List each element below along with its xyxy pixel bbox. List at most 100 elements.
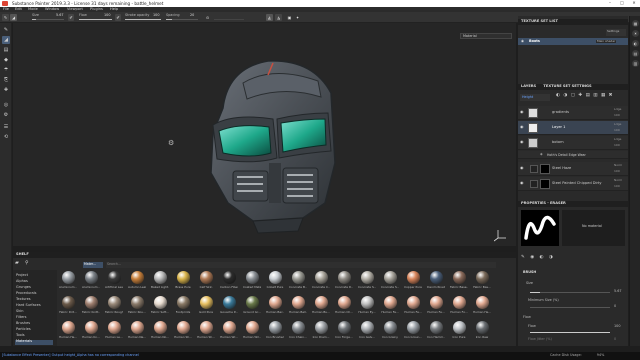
flow-value[interactable]: 100 — [104, 13, 110, 17]
size-value[interactable]: 5.67 — [56, 13, 64, 17]
material-thumbnail[interactable]: Iron Diam... — [313, 321, 329, 343]
shelf-category[interactable]: Grunges — [16, 285, 31, 290]
material-thumbnail[interactable]: Fabric Rou... — [128, 296, 146, 318]
material-thumbnail[interactable]: Artificial Lea... — [105, 271, 123, 293]
layer-blend[interactable]: Ldge — [614, 108, 621, 111]
prop-flowjitter-value[interactable]: 0 — [614, 337, 616, 341]
material-thumbnail[interactable]: Human Bu... — [312, 296, 330, 318]
picker-tool-icon[interactable]: ✚ — [2, 86, 10, 94]
effect-row[interactable]: ◈ Hoth's Detail Edge Wear — [518, 151, 628, 159]
angle-slider[interactable] — [214, 19, 244, 21]
viewport-mode-dropdown[interactable]: Material — [460, 33, 512, 39]
material-thumbnail[interactable]: Ground Gr... — [243, 296, 261, 318]
shelf-category[interactable]: Textures — [16, 297, 31, 302]
display-settings-icon[interactable]: ☰ — [2, 123, 10, 131]
paint-tool-icon[interactable]: ✎ — [2, 26, 10, 34]
material-thumbnail[interactable]: Human Ey... — [358, 296, 376, 318]
mirror-icon[interactable]: ◮ — [275, 14, 282, 21]
layer-row[interactable]: ◉ Steel Painted Chipped Dirty Norm 100 — [518, 177, 628, 191]
light-orientation-icon[interactable]: ⚙ — [168, 140, 174, 147]
layer-visibility-icon[interactable]: ◉ — [520, 125, 525, 129]
material-slot[interactable]: No material — [562, 210, 625, 246]
spacing-slider[interactable] — [166, 19, 198, 21]
stroke-opacity-slider[interactable] — [125, 19, 161, 21]
follow-path-icon[interactable]: ✦ — [294, 14, 301, 21]
render-icon[interactable]: ⚙ — [2, 111, 10, 119]
shelf-category[interactable]: Hard Surfaces — [16, 303, 41, 308]
material-thumbnail[interactable]: Iron Hamm... — [427, 321, 445, 343]
layer-opacity[interactable]: 100 — [614, 185, 620, 188]
material-thumbnail[interactable]: Aluminium ... — [59, 271, 77, 293]
material-thumbnail[interactable]: Iron Raw — [474, 321, 490, 343]
material-thumbnail[interactable]: Human Sh... — [174, 321, 192, 343]
material-thumbnail[interactable]: Human Bell... — [289, 296, 307, 318]
texture-set-item[interactable]: ◉ Boots Main shader — [518, 38, 628, 45]
material-thumbnail[interactable]: Iron Galv... — [359, 321, 375, 343]
shelf-search-input[interactable]: Search... — [106, 262, 496, 268]
material-thumbnail[interactable]: Human Sh... — [197, 321, 215, 343]
prop-flow-slider[interactable] — [530, 332, 610, 334]
shader-dock-icon[interactable]: ◐ — [632, 40, 639, 47]
material-thumbnail[interactable]: Human Le... — [105, 321, 123, 343]
shelf-category[interactable]: Alphas — [16, 279, 28, 284]
material-thumbnail[interactable]: Human Fa... — [381, 296, 399, 318]
material-thumbnail[interactable]: Iron Grainy — [382, 321, 398, 343]
material-thumbnail[interactable]: Human He... — [59, 321, 77, 343]
material-thumbnail[interactable]: Human Fe... — [404, 296, 422, 318]
material-thumbnail[interactable]: Human He... — [473, 296, 491, 318]
shelf-category[interactable]: Brushes — [16, 321, 30, 326]
alignment-icon[interactable]: ⊙ — [204, 14, 211, 21]
material-thumbnail[interactable]: Human Kn... — [82, 321, 100, 343]
material-thumbnail[interactable]: Coated Metal — [243, 271, 261, 293]
size-slider[interactable] — [32, 19, 64, 21]
pen-pressure-icon[interactable]: ✐ — [68, 14, 74, 21]
material-thumbnail[interactable]: Iron Groun... — [404, 321, 422, 343]
properties-tabs-icons[interactable]: ✎ ◉ ◐ ◑ — [521, 255, 625, 263]
material-thumbnail[interactable]: Concrete D... — [335, 271, 353, 293]
material-thumbnail[interactable]: Brass Pure — [175, 271, 191, 293]
material-thumbnail[interactable]: Fabric Soft... — [151, 296, 169, 318]
helmet-model[interactable] — [193, 53, 343, 243]
spacing-value[interactable]: 20 — [190, 13, 194, 17]
layer-opacity[interactable]: 100 — [614, 170, 620, 173]
material-thumbnail[interactable]: Human No... — [151, 321, 169, 343]
material-thumbnail[interactable]: Footprints — [175, 296, 191, 318]
material-thumbnail[interactable]: Human Wr... — [220, 321, 238, 343]
material-thumbnail[interactable]: Gouache P... — [220, 296, 238, 318]
material-thumbnail[interactable]: Fabric Knitt... — [82, 296, 100, 318]
shader-dropdown[interactable]: Main shader — [596, 39, 617, 43]
display-dock-icon[interactable]: ☀ — [632, 30, 639, 37]
clone-tool-icon[interactable]: ⎘ — [2, 76, 10, 84]
material-thumbnail[interactable]: Autumn Leaf — [128, 271, 146, 293]
layer-row-selected[interactable]: ◉ Layer 1 Ldge 100 — [518, 121, 628, 135]
material-thumbnail[interactable]: Calf Skin — [198, 271, 214, 293]
layer-opacity[interactable]: 100 — [614, 144, 620, 147]
shelf-category[interactable]: Filters — [16, 315, 27, 320]
layer-row[interactable]: ◉ gradients Ldge 100 — [518, 106, 628, 120]
material-thumbnail[interactable]: Human Fe... — [427, 296, 445, 318]
layer-blend[interactable]: Ldge — [614, 123, 621, 126]
projection-tool-icon[interactable]: ▤ — [2, 46, 10, 54]
material-thumbnail[interactable]: Iron Forge... — [335, 321, 353, 343]
shelf-category-selected[interactable]: Materials — [15, 340, 53, 345]
material-thumbnail[interactable]: Cobalt Pure — [267, 271, 283, 293]
maximize-icon[interactable]: □ — [617, 1, 627, 6]
bake-icon[interactable]: ◎ — [2, 101, 10, 109]
material-thumbnail[interactable]: Carbon Fiber — [220, 271, 238, 293]
symmetry-icon[interactable]: ◭ — [266, 14, 273, 21]
layer-visibility-icon[interactable]: ◉ — [520, 110, 525, 114]
minimize-icon[interactable]: – — [605, 1, 615, 6]
material-thumbnail[interactable]: Human Bac... — [266, 296, 284, 318]
material-thumbnail[interactable]: Iron Brushed — [266, 321, 284, 343]
material-thumbnail[interactable]: Human Wri... — [243, 321, 261, 343]
shelf-category[interactable]: Procedurals — [16, 291, 36, 296]
prop-size-slider[interactable] — [530, 292, 610, 294]
material-thumbnail[interactable]: Fabric Rough — [105, 296, 123, 318]
prop-size-value[interactable]: 5.67 — [614, 289, 622, 293]
polygon-fill-icon[interactable]: ◆ — [2, 56, 10, 64]
material-thumbnail[interactable]: Baked Light... — [151, 271, 169, 293]
3d-viewport[interactable]: ⚙ — [13, 23, 516, 246]
history-icon[interactable]: ⟲ — [2, 133, 10, 141]
flow-slider[interactable] — [79, 19, 112, 21]
eraser-tool-icon[interactable]: ◢ — [2, 36, 10, 44]
